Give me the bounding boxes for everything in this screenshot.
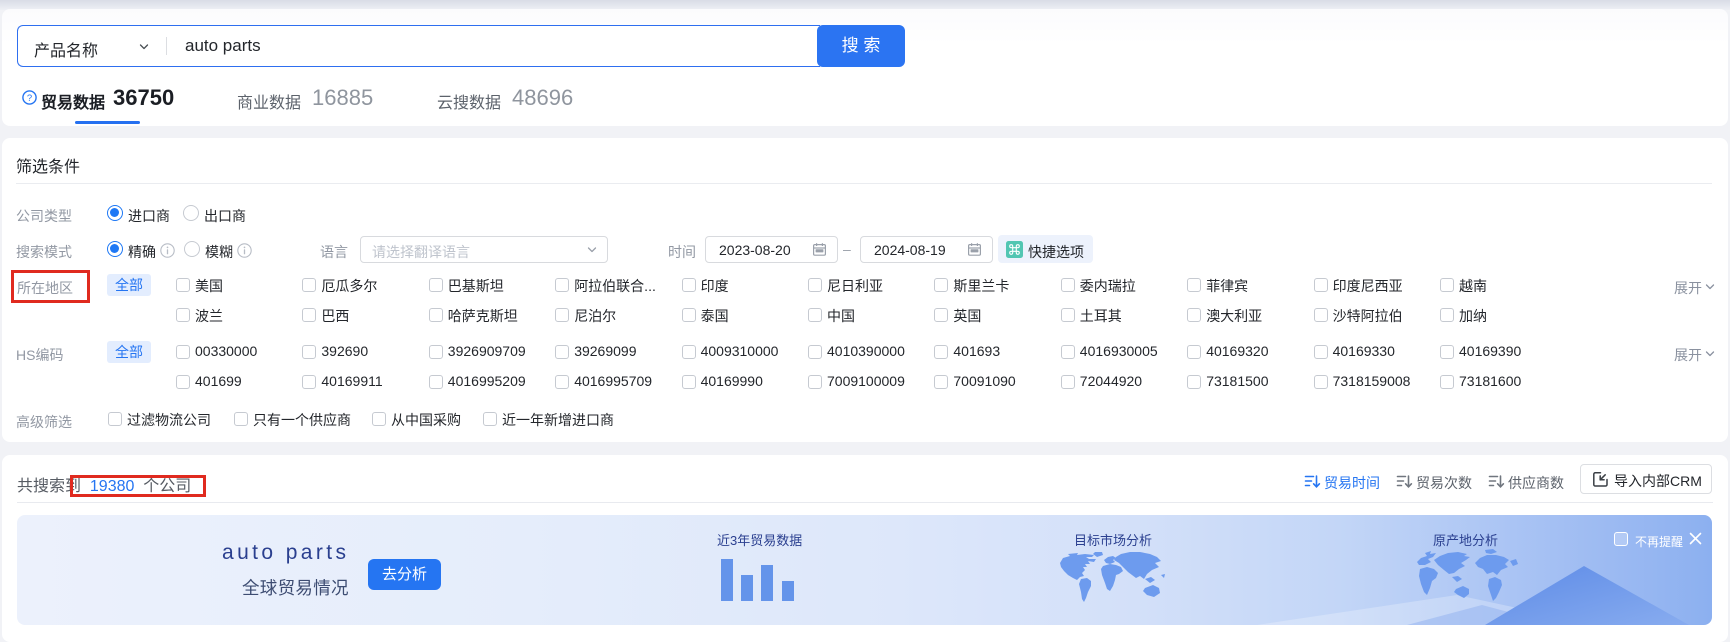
svg-text:?: ? (27, 93, 32, 104)
